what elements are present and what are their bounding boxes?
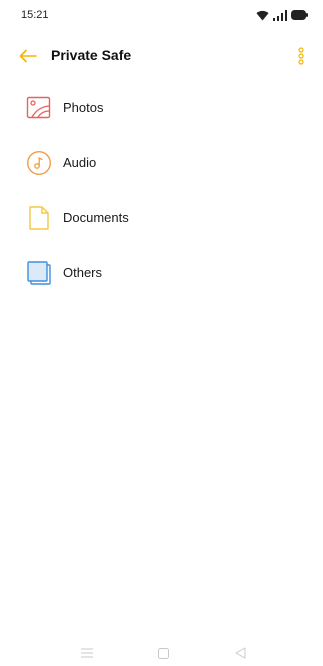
more-options-icon xyxy=(298,47,304,65)
photos-icon xyxy=(25,94,53,122)
home-button[interactable] xyxy=(153,646,173,660)
back-nav-icon xyxy=(235,647,245,659)
signal-icon xyxy=(273,9,287,21)
category-list: Photos Audio Documents Others xyxy=(0,80,323,300)
back-button[interactable] xyxy=(17,45,39,67)
app-bar: Private Safe xyxy=(0,40,323,74)
category-label-photos: Photos xyxy=(63,100,104,115)
more-options-button[interactable] xyxy=(293,45,309,67)
recent-apps-button[interactable] xyxy=(77,646,97,660)
others-icon xyxy=(25,259,53,287)
status-icons xyxy=(256,9,308,21)
system-back-button[interactable] xyxy=(230,646,250,660)
menu-nav-icon xyxy=(81,648,93,658)
home-nav-icon xyxy=(157,647,169,659)
documents-icon xyxy=(25,204,53,232)
category-item-others[interactable]: Others xyxy=(0,245,323,300)
category-item-documents[interactable]: Documents xyxy=(0,190,323,245)
wifi-icon xyxy=(256,10,269,20)
audio-icon xyxy=(25,149,53,177)
status-time: 15:21 xyxy=(21,9,49,21)
battery-icon xyxy=(291,10,308,20)
system-nav-bar xyxy=(0,640,323,666)
category-item-audio[interactable]: Audio xyxy=(0,135,323,190)
category-label-documents: Documents xyxy=(63,210,129,225)
back-arrow-icon xyxy=(19,49,37,63)
category-label-others: Others xyxy=(63,265,103,280)
category-item-photos[interactable]: Photos xyxy=(0,80,323,135)
page-title: Private Safe xyxy=(51,47,132,63)
category-label-audio: Audio xyxy=(63,155,97,170)
status-bar: 15:21 xyxy=(0,0,323,34)
